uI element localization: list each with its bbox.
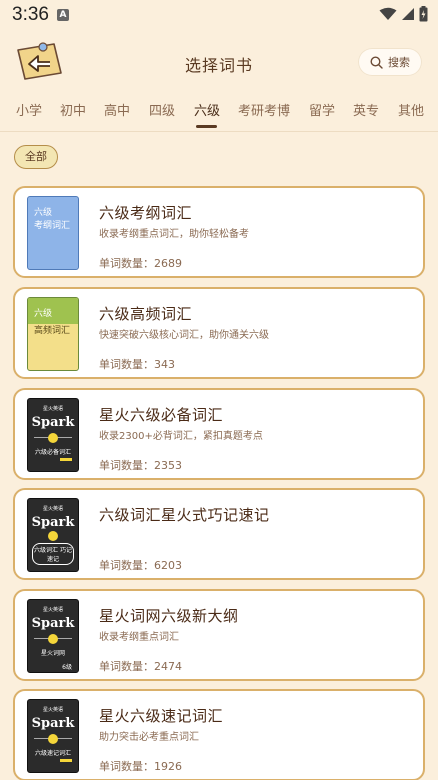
cover-publisher: 星火英语 (42, 707, 63, 713)
book-name: 星火六级速记词汇 (99, 707, 224, 725)
status-time: 3:36 (12, 4, 49, 25)
category-tabs: 小学 初中 高中 四级 六级 考研考博 留学 英专 其他 (0, 100, 438, 132)
active-tab-indicator (196, 125, 217, 128)
book-card[interactable]: 六级 考纲词汇 六级考纲词汇 收录考纲重点词汇，助你轻松备考 单词数量：2689 (13, 186, 425, 278)
tab-english-major[interactable]: 英专 (353, 100, 379, 119)
signal-icon (402, 8, 414, 20)
tab-senior-high[interactable]: 高中 (104, 100, 130, 119)
battery-icon (419, 6, 428, 22)
book-cover: 六级 考纲词汇 (27, 196, 79, 270)
cover-dot (48, 634, 58, 644)
cover-subtitle: 六级必备词汇 (34, 449, 71, 456)
cover-publisher: 星火英语 (42, 506, 63, 512)
search-button[interactable]: 搜索 (358, 48, 422, 76)
book-name: 六级词汇星火式巧记速记 (99, 506, 270, 524)
book-card[interactable]: 星火英语 Spark 六级速记词汇 星火六级速记词汇 助力突击必考重点词汇 单词… (13, 689, 425, 780)
word-count: 单词数量：2474 (99, 660, 182, 673)
cover-title-line: 六级 (34, 309, 53, 319)
cover-subtitle: 六级速记词汇 (34, 750, 71, 757)
word-count: 单词数量：2689 (99, 257, 182, 270)
cover-dot (48, 531, 58, 541)
tab-cet4[interactable]: 四级 (149, 100, 175, 119)
cover-dot (48, 433, 58, 443)
book-card[interactable]: 星火英语 Spark 六级词汇 巧记速记 六级词汇星火式巧记速记 单词数量：62… (13, 488, 425, 580)
book-description: 快速突破六级核心词汇，助你通关六级 (99, 330, 269, 341)
book-name: 六级考纲词汇 (99, 204, 193, 222)
cover-title-line: 六级 (34, 208, 53, 218)
cover-spark-logo: Spark (31, 415, 75, 430)
cover-level: 6级 (62, 664, 72, 671)
cover-subtitle: 星火词网 (40, 650, 65, 657)
book-cover: 星火英语 Spark 六级速记词汇 (27, 699, 79, 773)
word-count: 单词数量：343 (99, 358, 175, 371)
word-count: 单词数量：1926 (99, 760, 182, 773)
search-label: 搜索 (388, 56, 410, 69)
cover-title-line: 考纲词汇 (34, 221, 71, 231)
book-cover: 星火英语 Spark 六级必备词汇 (27, 398, 79, 472)
book-cover: 六级 高频词汇 (27, 297, 79, 371)
book-name: 六级高频词汇 (99, 305, 193, 323)
word-count: 单词数量：6203 (99, 559, 182, 572)
notification-icon: A (57, 9, 69, 21)
cover-title-line: 高频词汇 (34, 326, 71, 336)
cover-subtitle: 六级词汇 巧记速记 (32, 543, 74, 565)
book-name: 星火六级必备词汇 (99, 406, 224, 424)
book-card[interactable]: 星火英语 Spark 星火词网 6级 星火词网六级新大纲 收录考纲重点词汇 单词… (13, 589, 425, 681)
book-description: 收录考纲重点词汇 (99, 632, 179, 643)
book-name: 星火词网六级新大纲 (99, 607, 239, 625)
book-description: 助力突击必考重点词汇 (99, 732, 199, 743)
book-card[interactable]: 六级 高频词汇 六级高频词汇 快速突破六级核心词汇，助你通关六级 单词数量：34… (13, 287, 425, 379)
cover-dot (48, 734, 58, 744)
book-cover: 星火英语 Spark 星火词网 6级 (27, 599, 79, 673)
cover-bar (60, 759, 72, 762)
tab-other[interactable]: 其他 (398, 100, 424, 119)
tab-postgraduate[interactable]: 考研考博 (238, 100, 290, 119)
cover-spark-logo: Spark (31, 515, 75, 530)
cover-publisher: 星火英语 (42, 406, 63, 412)
filter-chip-all[interactable]: 全部 (14, 145, 58, 169)
tab-primary[interactable]: 小学 (16, 100, 42, 119)
cover-spark-logo: Spark (31, 716, 75, 731)
status-bar: 3:36 A (0, 0, 438, 30)
search-icon (370, 55, 383, 69)
cover-bar (60, 458, 72, 461)
book-description: 收录考纲重点词汇，助你轻松备考 (99, 229, 249, 240)
cover-publisher: 星火英语 (42, 607, 63, 613)
tab-junior-high[interactable]: 初中 (60, 100, 86, 119)
book-card[interactable]: 星火英语 Spark 六级必备词汇 星火六级必备词汇 收录2300+必背词汇，紧… (13, 388, 425, 480)
book-description: 收录2300+必背词汇，紧扣真题考点 (99, 431, 263, 442)
wifi-icon (379, 7, 397, 20)
cover-spark-logo: Spark (31, 616, 75, 631)
word-count: 单词数量：2353 (99, 459, 182, 472)
book-cover: 星火英语 Spark 六级词汇 巧记速记 (27, 498, 79, 572)
tab-cet6[interactable]: 六级 (194, 100, 220, 119)
tabs-divider (0, 131, 438, 132)
status-icons (379, 6, 428, 22)
tab-study-abroad[interactable]: 留学 (309, 100, 335, 119)
